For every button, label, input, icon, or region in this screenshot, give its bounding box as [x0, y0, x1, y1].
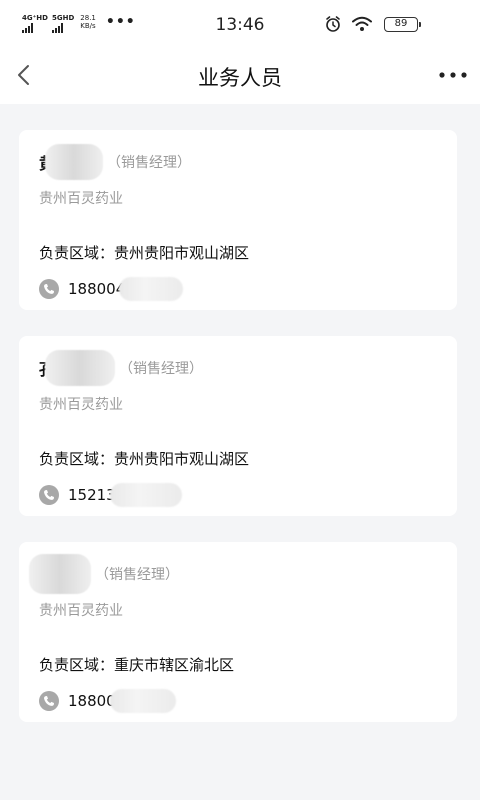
name-row: （销售经理） [29, 554, 179, 594]
status-right [324, 15, 372, 33]
status-bar: 4G⁺HD 5GHD 28.1 KB/s ••• 13:46 89 [0, 0, 480, 50]
phone-number[interactable]: 18800 [68, 692, 116, 710]
phone-row[interactable]: 188004 [39, 277, 184, 301]
phone-row[interactable]: 18800 [39, 689, 176, 713]
phone-blur-mask [119, 277, 184, 301]
wifi-icon [352, 16, 372, 31]
phone-blur-mask [109, 483, 182, 507]
more-dots-icon [439, 72, 467, 78]
name-row: 黄 （销售经理） [39, 144, 192, 180]
staff-card[interactable]: 黄 （销售经理） 贵州百灵药业 负责区域：贵州贵阳市观山湖区 188004 [19, 130, 457, 310]
phone-blur-mask [109, 689, 176, 713]
staff-company: 贵州百灵药业 [39, 397, 123, 413]
phone-number[interactable]: 188004 [68, 280, 125, 298]
staff-role: （销售经理） [119, 361, 204, 377]
staff-region: 负责区域：重庆市辖区渝北区 [39, 656, 235, 674]
staff-region: 负责区域：贵州贵阳市观山湖区 [39, 244, 250, 262]
phone-icon[interactable] [39, 691, 59, 711]
battery-icon: 89 [384, 17, 421, 32]
alarm-icon [326, 16, 340, 32]
phone-number[interactable]: 15213 [68, 486, 116, 504]
more-button[interactable] [438, 64, 468, 86]
name-row: 孔 （销售经理） [39, 350, 204, 386]
staff-role: （销售经理） [95, 567, 179, 583]
staff-company: 贵州百灵药业 [39, 603, 123, 619]
page-title: 业务人员 [198, 66, 282, 90]
phone-icon[interactable] [39, 279, 59, 299]
phone-icon[interactable] [39, 485, 59, 505]
staff-card[interactable]: 孔 （销售经理） 贵州百灵药业 负责区域：贵州贵阳市观山湖区 15213 [19, 336, 457, 516]
staff-region: 负责区域：贵州贵阳市观山湖区 [39, 450, 250, 468]
phone-row[interactable]: 15213 [39, 483, 182, 507]
staff-role: （销售经理） [107, 155, 192, 171]
name-blur-mask [45, 350, 116, 386]
nav-bar: 业务人员 [0, 50, 480, 104]
staff-card[interactable]: （销售经理） 贵州百灵药业 负责区域：重庆市辖区渝北区 18800 [19, 542, 457, 722]
staff-company: 贵州百灵药业 [39, 191, 123, 207]
name-blur-mask [45, 144, 104, 180]
name-blur-mask [29, 554, 91, 594]
